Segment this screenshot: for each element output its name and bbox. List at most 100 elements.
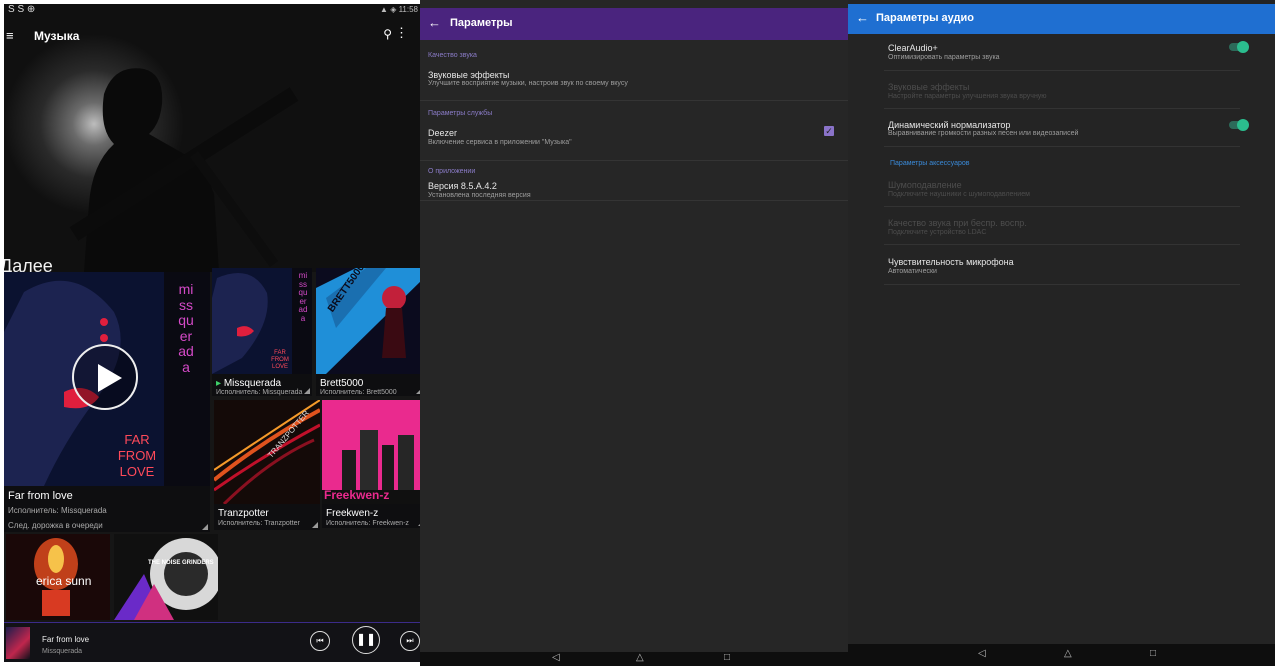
tile-title: Tranzpotter xyxy=(218,508,269,519)
audio-settings-title: Параметры аудио xyxy=(876,12,974,24)
album-card-missquerada[interactable]: FAR FROM LOVE missquerada ▸ Missquerada … xyxy=(212,268,312,396)
art-line-2: FROM xyxy=(117,448,157,463)
album-card-tranzpotter[interactable]: TRANZPOTTER Tranzpotter Исполнитель: Tra… xyxy=(214,400,320,530)
more-icon[interactable]: ⋮ xyxy=(395,25,408,41)
dynamic-normalizer-title[interactable]: Динамический нормализатор xyxy=(888,120,1010,130)
wireless-quality-summary: Подключите устройство LDAC xyxy=(888,229,987,236)
sound-effects-title[interactable]: Звуковые эффекты xyxy=(428,70,509,80)
noise-cancel-summary: Подключите наушники с шумоподавлением xyxy=(888,191,1030,198)
toggle-knob xyxy=(1237,41,1249,53)
category-service: Параметры службы xyxy=(428,110,493,117)
previous-button[interactable]: ⏮ xyxy=(310,631,330,651)
music-toolbar: ≡ Музыка ⚲ ⋮ xyxy=(4,22,428,50)
divider xyxy=(884,108,1240,109)
nav-home-icon[interactable]: △ xyxy=(1064,648,1072,659)
art-line-3: LOVE xyxy=(119,464,155,479)
category-sound-quality: Качество звука xyxy=(428,52,477,59)
album-card-noise-grinders[interactable]: THE NOISE GRINDERS xyxy=(114,534,218,620)
clearaudio-toggle[interactable] xyxy=(1229,41,1249,53)
nav-recents-icon[interactable]: □ xyxy=(724,652,730,663)
divider xyxy=(884,244,1240,245)
divider xyxy=(420,100,856,101)
album-art-brett5000 xyxy=(316,268,424,374)
divider xyxy=(884,146,1240,147)
navigation-bar: ◁ △ □ xyxy=(848,644,1275,666)
mini-player-artist: Missquerada xyxy=(42,648,83,655)
next-button[interactable]: ⏭ xyxy=(400,631,420,651)
album-card-freekwen-z[interactable]: Freekwen-z Freekwen-z Исполнитель: Freek… xyxy=(322,400,426,528)
status-bar: S S ⊕ ▲ ◈ 11:58 xyxy=(4,4,428,16)
mic-sensitivity-title[interactable]: Чувствительность микрофона xyxy=(888,257,1014,267)
back-arrow-icon[interactable]: ← xyxy=(856,10,869,25)
version-title[interactable]: Версия 8.5.A.4.2 xyxy=(428,181,497,191)
navigation-bar: ◁ △ □ xyxy=(420,652,856,666)
featured-art-side-text: missquerada xyxy=(178,281,194,375)
category-accessories: Параметры аксессуаров xyxy=(890,160,970,167)
category-about: О приложении xyxy=(428,168,476,175)
app-title: Музыка xyxy=(34,29,80,43)
sound-effects-summary: Настройте параметры улучшения звука вруч… xyxy=(888,93,1047,100)
check-icon: ✓ xyxy=(825,126,833,136)
divider xyxy=(420,200,856,201)
status-right: ▲ ◈ 11:58 xyxy=(380,5,418,14)
play-button[interactable] xyxy=(72,344,138,410)
deezer-summary: Включение сервиса в приложении "Музыка" xyxy=(428,139,572,146)
tile-art-text: erica sunn xyxy=(36,574,92,588)
tile-artist: Исполнитель: Freekwen-z xyxy=(326,520,409,527)
mini-player-art xyxy=(6,627,30,659)
wireless-quality-title: Качество звука при беспр. воспр. xyxy=(888,218,1027,228)
overflow-corner-icon[interactable] xyxy=(304,388,310,394)
mini-player[interactable]: Far from love Missquerada ⏮ ❚❚ ⏭ xyxy=(4,622,428,662)
tile-artist: Исполнитель: Tranzpotter xyxy=(218,520,300,527)
play-icon xyxy=(98,364,122,392)
clearaudio-title[interactable]: ClearAudio+ xyxy=(888,43,938,53)
tile-artist: Исполнитель: Missquerada xyxy=(216,389,303,396)
overflow-corner-icon[interactable] xyxy=(202,524,208,530)
dynamic-normalizer-summary: Выравнивание громкости разных песен или … xyxy=(888,130,1079,137)
hero-image: S S ⊕ ▲ ◈ 11:58 ≡ Музыка ⚲ ⋮ xyxy=(4,4,428,272)
sound-effects-title: Звуковые эффекты xyxy=(888,82,970,92)
featured-queue-note: След. дорожка в очереди xyxy=(8,521,103,530)
overflow-corner-icon[interactable] xyxy=(312,522,318,528)
nav-back-icon[interactable]: ◁ xyxy=(552,652,560,663)
deezer-title[interactable]: Deezer xyxy=(428,128,457,138)
tile-art-text: Freekwen-z xyxy=(324,488,390,502)
back-arrow-icon[interactable]: ← xyxy=(428,15,441,30)
previous-icon: ⏮ xyxy=(316,636,324,645)
tile-art-side-text: missquerada xyxy=(298,271,308,323)
noise-cancel-title: Шумоподавление xyxy=(888,180,962,190)
featured-title: Far from love xyxy=(8,490,73,502)
pause-button[interactable]: ❚❚ xyxy=(352,626,380,654)
tile-title: Brett5000 xyxy=(320,378,364,389)
album-art-noise-grinders xyxy=(114,534,218,620)
featured-art-text: FAR FROM LOVE xyxy=(112,432,162,480)
art-line-1: FAR xyxy=(124,432,150,447)
featured-artist: Исполнитель: Missquerada xyxy=(8,506,107,515)
deezer-checkbox[interactable]: ✓ xyxy=(824,126,834,136)
pause-icon: ❚❚ xyxy=(355,632,377,646)
sound-effects-summary: Улучшите восприятие музыки, настроив зву… xyxy=(428,80,628,87)
clearaudio-summary: Оптимизировать параметры звука xyxy=(888,54,1000,61)
divider xyxy=(884,284,1240,285)
tile-title: ▸ Missquerada xyxy=(216,378,281,389)
guitarist-silhouette xyxy=(69,68,299,272)
album-art-missquerada xyxy=(212,268,312,374)
tile-title: Freekwen-z xyxy=(326,508,379,519)
divider xyxy=(884,70,1240,71)
search-icon[interactable]: ⚲ xyxy=(383,27,392,41)
settings-app-bar: ← Параметры xyxy=(420,8,856,40)
nav-home-icon[interactable]: △ xyxy=(636,652,644,663)
next-icon: ⏭ xyxy=(406,636,414,645)
menu-icon[interactable]: ≡ xyxy=(6,29,18,42)
dynamic-normalizer-toggle[interactable] xyxy=(1229,119,1249,131)
album-card-erica-sunn[interactable]: erica sunn xyxy=(6,534,110,620)
settings-title: Параметры xyxy=(450,17,513,29)
mini-player-title: Far from love xyxy=(42,635,90,644)
art-line-2: FROM xyxy=(271,357,289,363)
nav-back-icon[interactable]: ◁ xyxy=(978,648,986,659)
nav-recents-icon[interactable]: □ xyxy=(1150,648,1156,659)
art-line-1: FAR xyxy=(274,350,286,356)
audio-app-bar: ← Параметры аудио xyxy=(848,4,1275,34)
mic-sensitivity-summary: Автоматически xyxy=(888,268,937,275)
album-card-brett5000[interactable]: BRETT5000 Brett5000 Исполнитель: Brett50… xyxy=(316,268,424,396)
